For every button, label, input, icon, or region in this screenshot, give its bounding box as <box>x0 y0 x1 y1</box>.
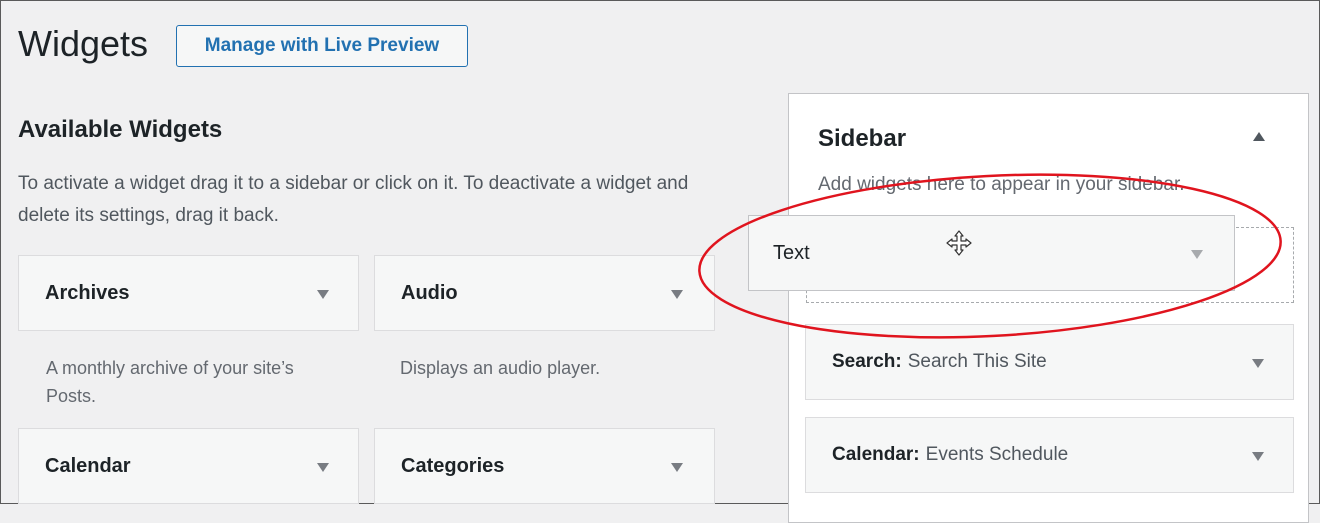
widget-type: Calendar: <box>832 444 920 465</box>
widget-archives[interactable]: Archives <box>18 255 359 331</box>
chevron-down-icon[interactable] <box>671 463 683 472</box>
available-widgets-description: To activate a widget drag it to a sideba… <box>18 173 689 226</box>
manage-live-preview-button[interactable]: Manage with Live Preview <box>176 25 468 67</box>
chevron-down-icon[interactable] <box>671 290 683 299</box>
widget-audio[interactable]: Audio <box>374 255 715 331</box>
move-cursor-icon <box>946 230 972 256</box>
chevron-down-icon[interactable] <box>1252 359 1264 368</box>
sidebar-widget-calendar[interactable]: Calendar: Events Schedule <box>805 417 1294 493</box>
widget-categories[interactable]: Categories <box>374 428 715 504</box>
widget-description: A monthly archive of your site’s Posts. <box>46 358 294 406</box>
widget-title: Categories <box>401 454 505 477</box>
widget-instance-title: Search This Site <box>907 351 1047 372</box>
chevron-down-icon[interactable] <box>317 463 329 472</box>
widget-instance-title: Events Schedule <box>925 444 1069 465</box>
available-widgets-heading: Available Widgets <box>18 116 223 143</box>
dragging-widget-text[interactable]: Text <box>748 215 1235 291</box>
widget-title: Calendar <box>45 454 131 477</box>
sidebar-title: Sidebar <box>818 125 907 152</box>
widget-type: Search: <box>832 351 902 372</box>
chevron-down-icon[interactable] <box>1252 452 1264 461</box>
chevron-down-icon[interactable] <box>317 290 329 299</box>
sidebar-description: Add widgets here to appear in your sideb… <box>818 174 1185 195</box>
widget-title: Text <box>773 241 810 264</box>
widget-calendar[interactable]: Calendar <box>18 428 359 504</box>
page-title: Widgets <box>18 23 149 64</box>
chevron-down-icon[interactable] <box>1191 250 1203 259</box>
widget-title: Archives <box>45 281 130 304</box>
widget-title: Audio <box>401 281 458 304</box>
collapse-toggle-icon[interactable] <box>1253 132 1265 141</box>
widget-description: Displays an audio player. <box>400 358 601 378</box>
sidebar-widget-search[interactable]: Search: Search This Site <box>805 324 1294 400</box>
